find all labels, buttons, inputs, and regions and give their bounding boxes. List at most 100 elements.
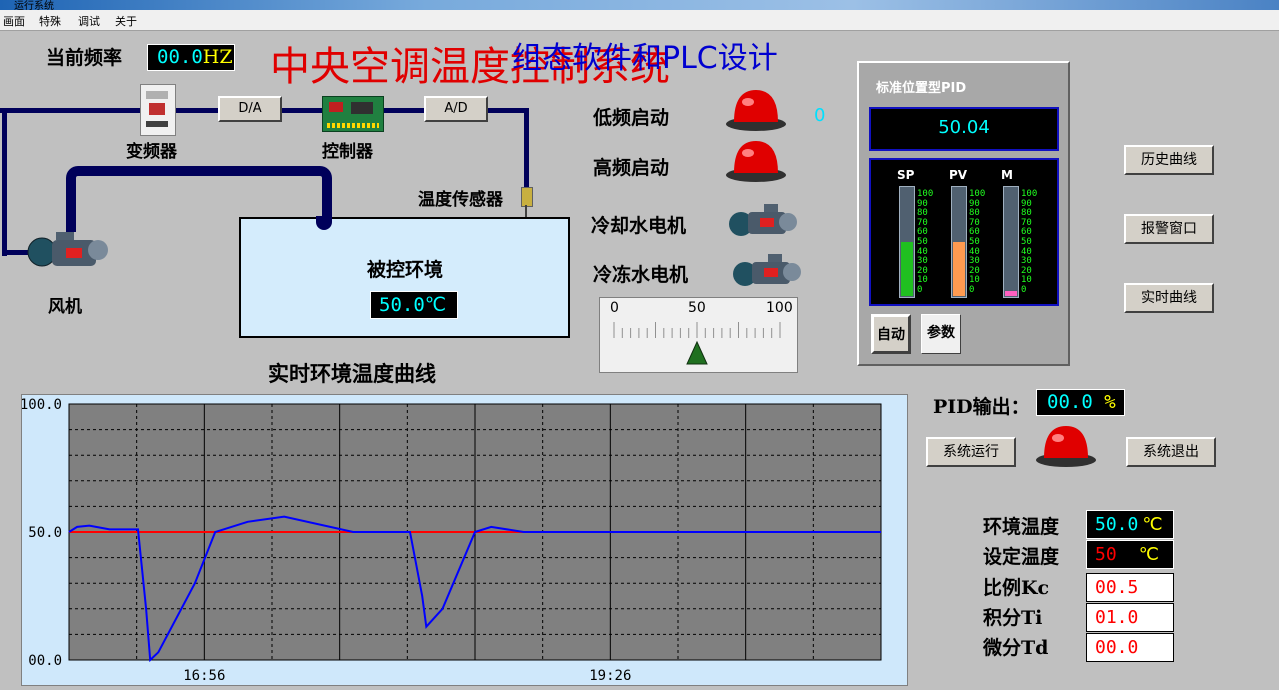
menu-item-screen[interactable]: 画面 <box>3 13 25 29</box>
param-value-field[interactable]: 00.0 <box>1086 633 1174 662</box>
pid-scale-tick: 0 <box>1021 284 1027 295</box>
output-gauge: 0 50 100 <box>599 297 798 373</box>
gauge-tick-label: 50 <box>688 300 706 316</box>
fan-label: 风机 <box>48 297 82 317</box>
pipe-segment <box>2 108 7 256</box>
pid-panel-title: 标准位置型PID <box>876 81 967 96</box>
sensor-label: 温度传感器 <box>418 190 503 210</box>
pid-bar-scale: 100 90 80 70 60 50 40 30 20 10 0 <box>1021 189 1043 296</box>
page-subtitle: 组态软件和PLC设计 <box>512 41 778 76</box>
auto-button[interactable]: 自动 <box>871 314 911 354</box>
pipe-segment <box>0 108 142 113</box>
param-value-field[interactable]: 01.0 <box>1086 603 1174 632</box>
param-label: 比例Kc <box>983 577 1050 599</box>
chart-x-tick-label: 19:26 <box>589 668 631 684</box>
inverter-icon[interactable] <box>140 84 176 136</box>
pid-bar-track <box>951 186 967 298</box>
ad-converter[interactable]: A/D <box>424 96 488 122</box>
chart-title: 实时环境温度曲线 <box>268 361 436 386</box>
pid-bar-name: M <box>1001 168 1013 182</box>
pid-scale-tick: 0 <box>917 284 923 295</box>
param-value: 50 <box>1095 544 1117 565</box>
chart-x-tick-label: 16:56 <box>183 668 225 684</box>
param-label: 积分Ti <box>983 607 1043 629</box>
chart-y-tick-label: 100.0 <box>22 397 62 413</box>
param-value: 00.5 <box>1095 577 1139 598</box>
param-label: 环境温度 <box>983 516 1060 538</box>
pipe-segment <box>486 108 528 113</box>
chart-y-tick-label: 00.0 <box>28 653 62 669</box>
pid-bar-track <box>899 186 915 298</box>
gauge-tick-label: 100 <box>766 300 793 316</box>
pid-bar-fill <box>901 242 913 296</box>
param-unit: ℃ <box>1142 514 1163 535</box>
pid-scale-tick: 0 <box>969 284 975 295</box>
pipe-segment <box>280 108 325 113</box>
window-titlebar: 运行系统 <box>0 0 1279 12</box>
param-button[interactable]: 参数 <box>921 314 961 354</box>
param-value: 01.0 <box>1095 607 1139 628</box>
system-status-lamp-icon[interactable] <box>1034 422 1098 468</box>
cooling-water-motor-label: 冷却水电机 <box>591 215 687 237</box>
controller-label: 控制器 <box>322 142 373 162</box>
menu-item-about[interactable]: 关于 <box>115 13 137 29</box>
temperature-chart: 100.0 50.0 00.0 16:56 19:26 <box>20 394 908 686</box>
pid-bar-scale: 100 90 80 70 60 50 40 30 20 10 0 <box>917 189 939 296</box>
fan-motor-icon[interactable] <box>26 226 110 272</box>
param-value: 50.0 <box>1095 514 1139 535</box>
frequency-display: 00.0HZ <box>147 44 235 71</box>
pid-output-value: 00.0 <box>1047 391 1093 413</box>
high-start-lamp-icon[interactable] <box>724 137 788 183</box>
high-start-label: 高频启动 <box>593 157 670 179</box>
pipe-segment <box>524 108 529 188</box>
controlled-environment: 被控环境 50.0℃ <box>239 217 570 338</box>
param-unit: ℃ <box>1138 544 1159 565</box>
pid-bar-scale: 100 90 80 70 60 50 40 30 20 10 0 <box>969 189 991 296</box>
menu-item-special[interactable]: 特殊 <box>39 13 61 29</box>
param-value-field: 50.0 ℃ <box>1086 510 1174 539</box>
history-curve-button[interactable]: 历史曲线 <box>1124 145 1214 175</box>
cooling-water-motor-icon[interactable] <box>728 200 798 242</box>
realtime-curve-button[interactable]: 实时曲线 <box>1124 283 1214 313</box>
pid-bar-fill <box>953 242 965 296</box>
pid-value-display: 50.04 <box>869 107 1059 151</box>
pipe-segment <box>382 108 426 113</box>
pid-bar-display: SP 100 90 80 70 60 50 40 30 20 10 0 PV 100 90 80 70 60 50 4… <box>869 158 1059 306</box>
chilled-water-motor-icon[interactable] <box>732 250 802 292</box>
pid-bar-track <box>1003 186 1019 298</box>
controller-board-icon[interactable] <box>322 96 384 132</box>
param-label: 微分Td <box>983 637 1049 659</box>
pid-panel: 标准位置型PID 50.04 SP 100 90 80 70 60 50 40 30 20 10 0 P… <box>857 61 1070 366</box>
param-value-field: 50 ℃ <box>1086 540 1174 569</box>
pid-output-label: PID输出： <box>933 396 1030 418</box>
pid-output-unit: % <box>1104 391 1116 413</box>
pid-output-display: 00.0 % <box>1036 389 1125 416</box>
alarm-window-button[interactable]: 报警窗口 <box>1124 214 1214 244</box>
system-exit-button[interactable]: 系统退出 <box>1126 437 1216 467</box>
environment-temp-display: 50.0℃ <box>370 291 458 319</box>
param-value-field[interactable]: 00.5 <box>1086 573 1174 602</box>
pid-bar-name: SP <box>897 168 915 182</box>
gauge-pointer-icon <box>686 340 708 365</box>
frequency-label: 当前频率 <box>46 47 123 69</box>
low-start-lamp-icon[interactable] <box>724 86 788 132</box>
sensor-icon <box>521 187 533 207</box>
menu-bar: 画面 特殊 调试 关于 <box>0 10 1279 31</box>
gauge-tick-label: 0 <box>610 300 619 316</box>
system-run-button[interactable]: 系统运行 <box>926 437 1016 467</box>
param-label: 设定温度 <box>983 546 1060 568</box>
low-start-value: 0 <box>814 105 826 126</box>
menu-item-debug[interactable]: 调试 <box>78 13 100 29</box>
inverter-label: 变频器 <box>126 142 177 162</box>
pid-bar-fill <box>1005 291 1017 296</box>
chart-y-tick-label: 50.0 <box>28 525 62 541</box>
low-start-label: 低频启动 <box>593 107 670 129</box>
chilled-water-motor-label: 冷冻水电机 <box>593 264 689 286</box>
da-converter[interactable]: D/A <box>218 96 282 122</box>
pid-bar-name: PV <box>949 168 968 182</box>
environment-label: 被控环境 <box>367 259 444 281</box>
frequency-unit: HZ <box>202 46 233 68</box>
pipe-segment <box>172 108 220 113</box>
frequency-value: 00.0 <box>157 46 203 68</box>
param-value: 00.0 <box>1095 637 1139 658</box>
